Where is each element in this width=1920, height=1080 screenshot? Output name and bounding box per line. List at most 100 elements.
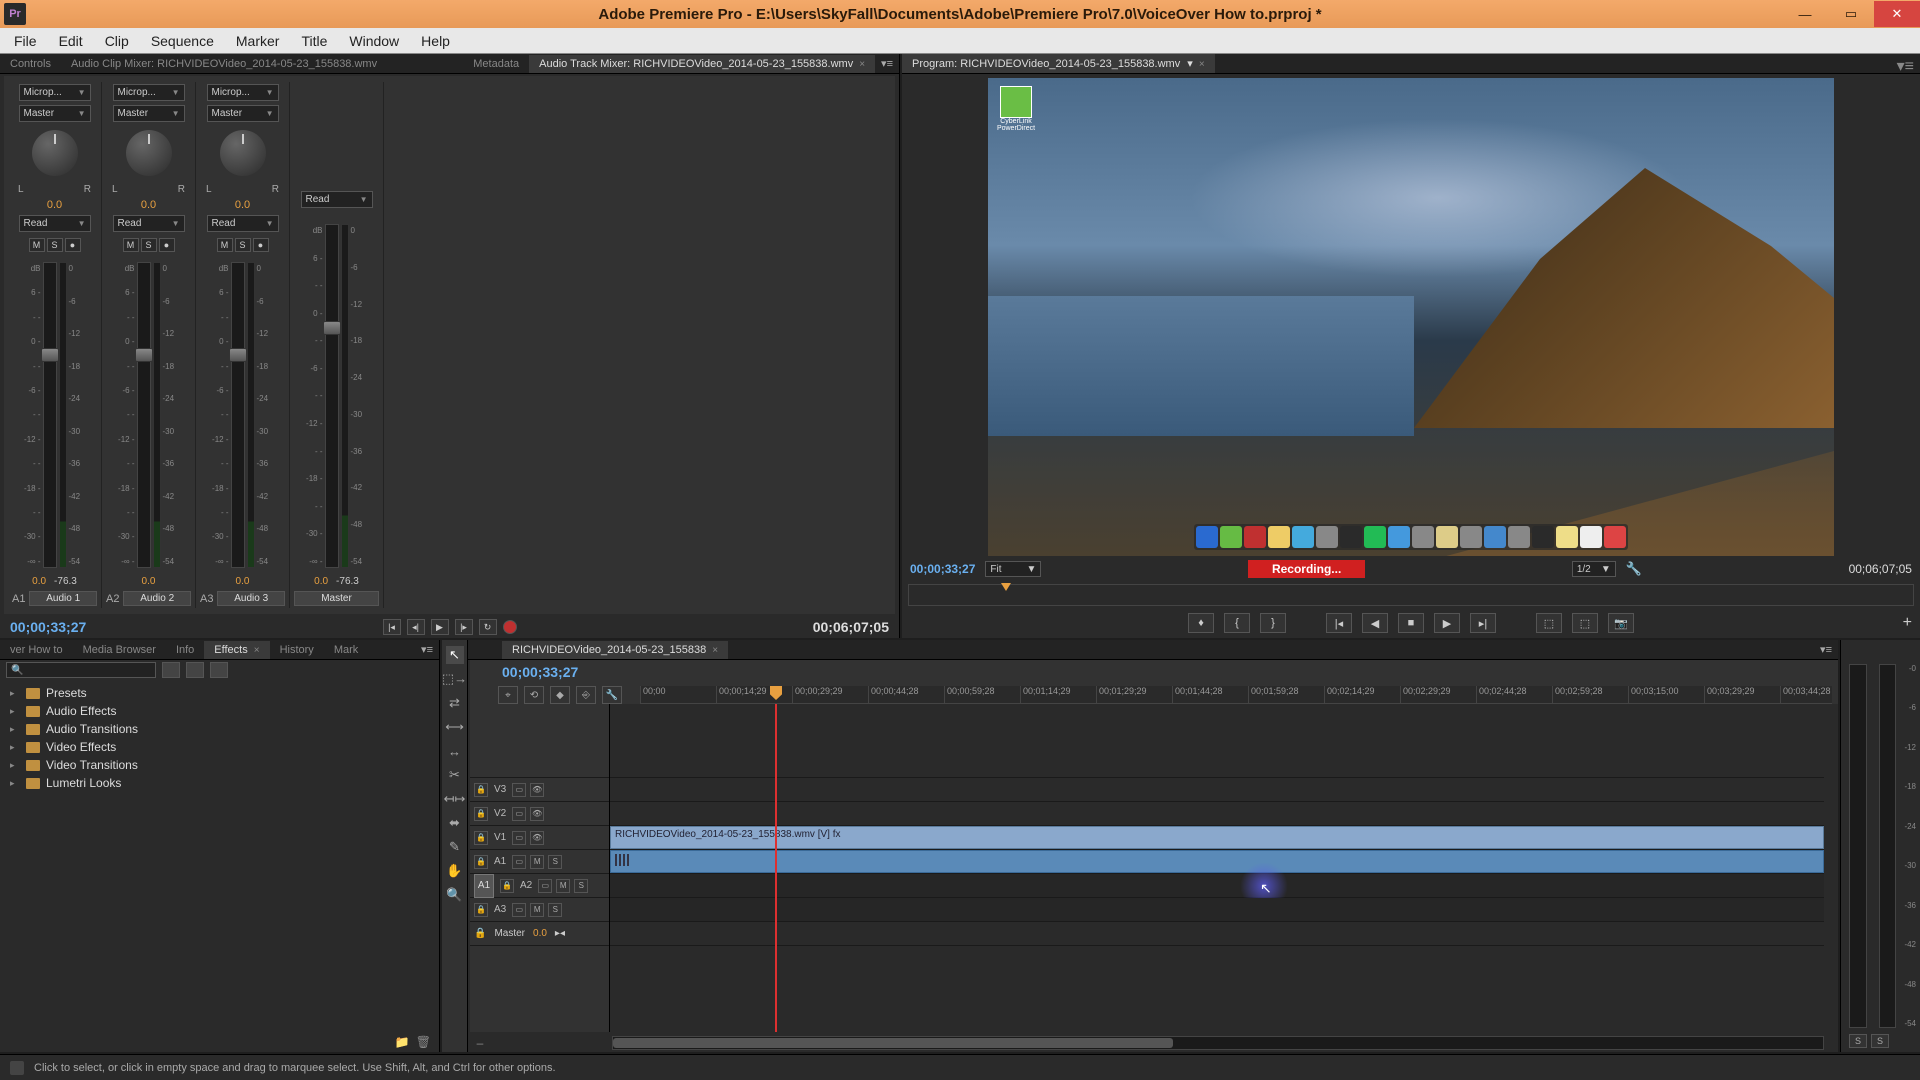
playhead[interactable] [775, 704, 777, 1032]
track-header-master[interactable]: 🔒Master0.0▸◂ [470, 922, 609, 946]
step-back-button[interactable]: ◂| [407, 619, 425, 635]
audio-clip[interactable] [610, 850, 1824, 873]
disclosure-triangle-icon[interactable]: ▸ [10, 778, 20, 789]
effects-folder[interactable]: ▸Video Effects [2, 738, 437, 756]
toggle-output-icon[interactable]: ▭ [512, 783, 526, 797]
mute-button[interactable]: M [217, 238, 233, 252]
source-patch-a1[interactable]: A1 [474, 874, 494, 898]
hand-tool-icon[interactable]: ✋ [446, 862, 464, 880]
record-enable-button[interactable]: ● [159, 238, 175, 252]
lift-button[interactable]: ⬚ [1536, 613, 1562, 633]
tab-info[interactable]: Info [166, 641, 204, 659]
solo-button[interactable]: S [235, 238, 251, 252]
resolution-dropdown[interactable]: 1/2▼ [1572, 561, 1616, 577]
lock-icon[interactable]: 🔒 [474, 783, 488, 797]
tab-audio-track-mixer[interactable]: Audio Track Mixer: RICHVIDEOVideo_2014-0… [529, 55, 875, 73]
volume-fader[interactable] [137, 262, 151, 568]
pan-knob[interactable] [220, 130, 266, 176]
volume-fader[interactable] [325, 224, 339, 568]
go-to-in-button[interactable]: |◂ [1326, 613, 1352, 633]
zoom-tool-icon[interactable]: 🔍 [446, 886, 464, 904]
mute-button[interactable]: M [530, 903, 544, 917]
solo-button[interactable]: S [141, 238, 157, 252]
timeline-timecode[interactable]: 00;00;33;27 [502, 664, 578, 680]
effects-folder[interactable]: ▸Lumetri Looks [2, 774, 437, 792]
menu-help[interactable]: Help [411, 30, 460, 52]
settings-icon[interactable]: 🔧 [1626, 561, 1642, 577]
tab-audio-clip-mixer[interactable]: Audio Clip Mixer: RICHVIDEOVideo_2014-05… [61, 55, 463, 73]
channel-name[interactable]: Audio 2 [123, 591, 191, 606]
slide-tool-icon[interactable]: ⬌ [446, 814, 464, 832]
pan-value[interactable]: 0.0 [235, 199, 250, 211]
menu-title[interactable]: Title [291, 30, 337, 52]
record-enable-button[interactable]: ● [65, 238, 81, 252]
record-enable-button[interactable]: ● [253, 238, 269, 252]
fx-type-filter-1[interactable] [162, 662, 180, 678]
timeline-settings-button[interactable]: ⎆ [576, 686, 596, 704]
panel-menu-icon[interactable]: ▾≡ [1897, 56, 1914, 76]
lock-icon[interactable]: 🔒 [474, 831, 488, 845]
output-dropdown[interactable]: Master▼ [207, 105, 279, 122]
tab-metadata[interactable]: Metadata [463, 55, 529, 73]
minimize-button[interactable]: — [1782, 1, 1828, 27]
tab-sequence[interactable]: RICHVIDEOVideo_2014-05-23_155838× [502, 641, 728, 659]
disclosure-triangle-icon[interactable]: ▸ [10, 724, 20, 735]
disclosure-triangle-icon[interactable]: ▸ [10, 742, 20, 753]
automation-dropdown[interactable]: Read▼ [207, 215, 279, 232]
automation-dropdown[interactable]: Read▼ [113, 215, 185, 232]
snap-button[interactable]: ⌖ [498, 686, 518, 704]
play-button[interactable]: ▶ [431, 619, 449, 635]
mute-button[interactable]: M [29, 238, 45, 252]
disclosure-triangle-icon[interactable]: ▸ [10, 706, 20, 717]
fader-handle[interactable] [229, 348, 247, 362]
fader-handle[interactable] [41, 348, 59, 362]
volume-fader[interactable] [43, 262, 57, 568]
go-to-in-button[interactable]: |◂ [383, 619, 401, 635]
track-header-a2[interactable]: A1🔒A2▭MS [470, 874, 609, 898]
mute-button[interactable]: M [123, 238, 139, 252]
output-dropdown[interactable]: Master▼ [19, 105, 91, 122]
timeline-h-scrollbar[interactable] [612, 1036, 1824, 1050]
effects-search-input[interactable]: 🔍 [6, 662, 156, 678]
selection-tool-icon[interactable]: ↖ [446, 646, 464, 664]
close-tab-icon[interactable]: × [859, 59, 865, 70]
track-body-v1[interactable]: RICHVIDEOVideo_2014-05-23_155838.wmv [V]… [610, 826, 1824, 850]
effects-folder[interactable]: ▸Audio Transitions [2, 720, 437, 738]
eye-icon[interactable]: 👁 [530, 831, 544, 845]
rate-stretch-tool-icon[interactable]: ↔ [446, 742, 464, 760]
input-dropdown[interactable]: Microp...▼ [19, 84, 91, 101]
scrollbar-thumb[interactable] [613, 1038, 1173, 1048]
solo-button[interactable]: S [548, 903, 562, 917]
menu-window[interactable]: Window [339, 30, 409, 52]
maximize-button[interactable]: ▭ [1828, 1, 1874, 27]
effects-folder[interactable]: ▸Presets [2, 684, 437, 702]
solo-left-button[interactable]: S [1849, 1034, 1867, 1048]
solo-button[interactable]: S [574, 879, 588, 893]
solo-button[interactable]: S [548, 855, 562, 869]
timeline-wrench-button[interactable]: 🔧 [602, 686, 622, 704]
mark-out-button[interactable]: } [1260, 613, 1286, 633]
tab-project[interactable]: ver How to [0, 641, 73, 659]
fader-handle[interactable] [135, 348, 153, 362]
close-tab-icon[interactable]: × [1199, 59, 1205, 70]
lock-icon[interactable]: 🔒 [500, 879, 514, 893]
tab-history[interactable]: History [270, 641, 324, 659]
disclosure-triangle-icon[interactable]: ▸ [10, 760, 20, 771]
volume-db[interactable]: 0.0 [314, 576, 328, 587]
lock-icon[interactable]: 🔒 [474, 855, 488, 869]
fader-handle[interactable] [323, 321, 341, 335]
tab-program[interactable]: Program: RICHVIDEOVideo_2014-05-23_15583… [902, 54, 1215, 73]
track-select-tool-icon[interactable]: ⬚→ [446, 670, 464, 688]
automation-dropdown[interactable]: Read▼ [19, 215, 91, 232]
linked-selection-button[interactable]: ⟲ [524, 686, 544, 704]
expand-icon[interactable]: ▸◂ [555, 928, 565, 939]
disclosure-triangle-icon[interactable]: ▸ [10, 688, 20, 699]
volume-fader[interactable] [231, 262, 245, 568]
toggle-output-icon[interactable]: ▭ [538, 879, 552, 893]
menu-clip[interactable]: Clip [95, 30, 139, 52]
fx-type-filter-3[interactable] [210, 662, 228, 678]
pan-knob[interactable] [32, 130, 78, 176]
play-button[interactable]: ▶ [1434, 613, 1460, 633]
step-fwd-button[interactable]: |▸ [455, 619, 473, 635]
fx-type-filter-2[interactable] [186, 662, 204, 678]
